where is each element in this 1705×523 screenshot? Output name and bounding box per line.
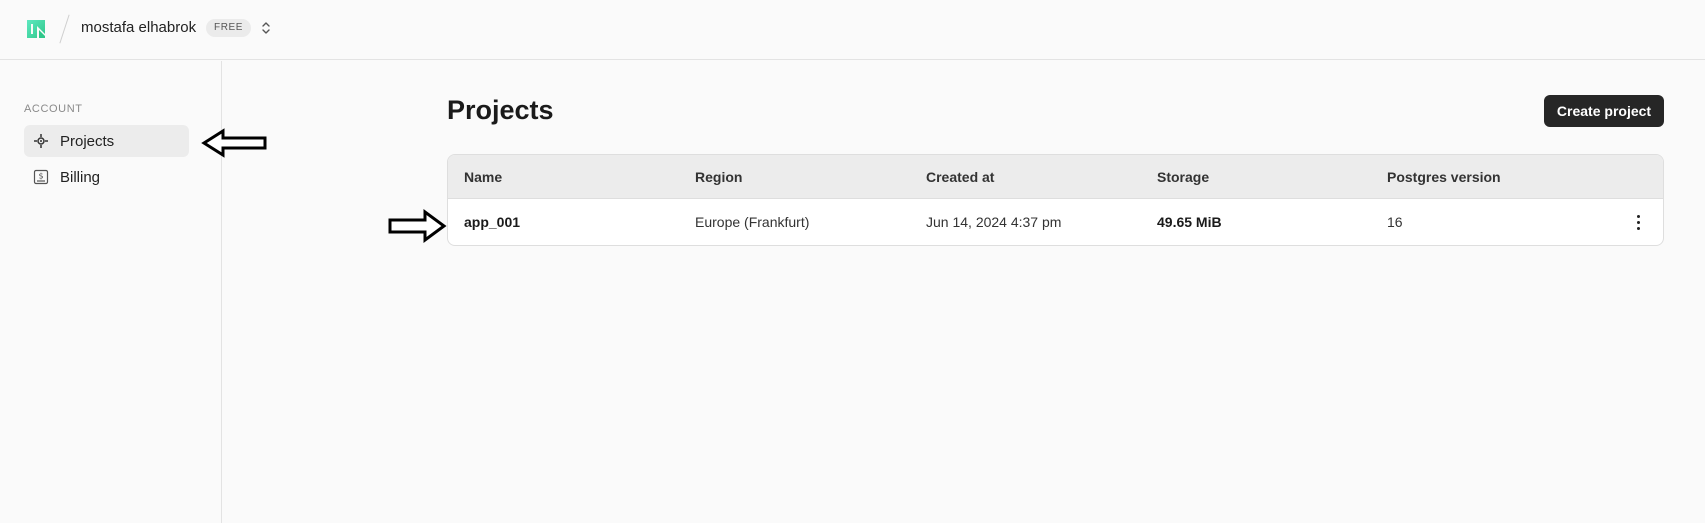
right-arrow-icon xyxy=(388,209,447,243)
column-header-region[interactable]: Region xyxy=(695,169,742,185)
plan-badge: FREE xyxy=(206,19,252,37)
projects-icon xyxy=(32,132,50,150)
neon-logo-icon[interactable] xyxy=(24,17,48,41)
page-title: Projects xyxy=(447,95,554,125)
sidebar-item-projects[interactable]: Projects xyxy=(24,125,189,157)
left-arrow-icon xyxy=(201,128,267,158)
project-row-app_001[interactable]: app_001 Europe (Frankfurt) Jun 14, 2024 … xyxy=(448,199,1663,245)
org-switcher-chevron-icon[interactable] xyxy=(259,18,273,38)
project-region: Europe (Frankfurt) xyxy=(695,214,810,230)
projects-table: Name Region Created at Storage Postgres … xyxy=(447,154,1664,246)
svg-text:$: $ xyxy=(38,172,43,181)
project-postgres-version: 16 xyxy=(1387,214,1403,230)
top-bar: mostafa elhabrok FREE xyxy=(0,0,1705,60)
sidebar-item-label: Billing xyxy=(60,168,101,186)
org-name[interactable]: mostafa elhabrok xyxy=(81,19,196,36)
more-options-icon[interactable] xyxy=(1628,211,1648,233)
sidebar: ACCOUNT Projects $ Billing xyxy=(0,61,222,523)
sidebar-item-billing[interactable]: $ Billing xyxy=(24,161,189,193)
column-header-postgres-version[interactable]: Postgres version xyxy=(1387,169,1501,185)
project-created-at: Jun 14, 2024 4:37 pm xyxy=(926,214,1062,230)
project-name[interactable]: app_001 xyxy=(464,214,520,230)
project-storage: 49.65 MiB xyxy=(1157,214,1222,230)
billing-icon: $ xyxy=(32,168,50,186)
column-header-created-at[interactable]: Created at xyxy=(926,169,994,185)
column-header-storage[interactable]: Storage xyxy=(1157,169,1209,185)
sidebar-item-label: Projects xyxy=(60,132,115,150)
column-header-name[interactable]: Name xyxy=(464,169,502,185)
breadcrumb-divider xyxy=(59,14,70,44)
create-project-button[interactable]: Create project xyxy=(1544,95,1664,127)
sidebar-section-label: ACCOUNT xyxy=(24,103,83,115)
table-header: Name Region Created at Storage Postgres … xyxy=(448,155,1663,199)
